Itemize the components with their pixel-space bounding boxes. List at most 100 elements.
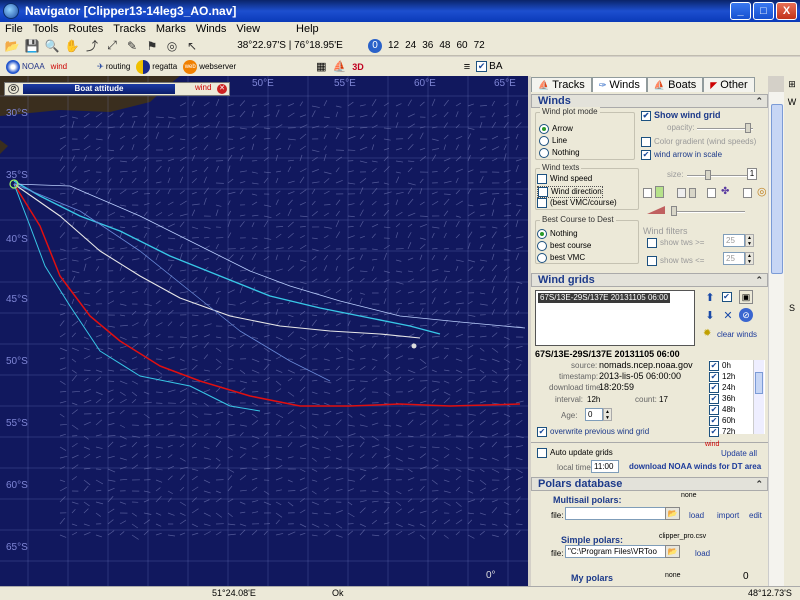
size-thumb[interactable] — [705, 170, 711, 180]
age-spinner[interactable]: ▲ ▼ — [603, 408, 612, 421]
winds-section-header[interactable]: Winds ⌃ — [531, 94, 768, 108]
wind-text-direction[interactable]: Wind direction — [537, 186, 603, 198]
age-input[interactable]: 0 — [585, 408, 603, 421]
tws-lte-filter[interactable]: show tws <= — [647, 256, 704, 266]
tab-boats[interactable]: ⛵ Boats — [646, 77, 704, 92]
tws-lte-spinner[interactable]: ▲ ▼ — [745, 252, 754, 265]
time-step-60[interactable]: 60 — [457, 40, 468, 51]
ba-toggle[interactable]: ✔ BA — [476, 61, 503, 72]
time-step-36[interactable]: 36 — [422, 40, 433, 51]
chart-map[interactable]: 30°S 35°S 40°S 45°S 50°S 55°S 60°S 65°S … — [0, 76, 528, 586]
maximize-button[interactable]: □ — [753, 2, 774, 20]
grid-square-icon[interactable]: ▣ — [739, 290, 753, 304]
color-gradient[interactable]: Color gradient (wind speeds) — [641, 137, 756, 147]
target-icon[interactable]: ◎ — [164, 38, 180, 54]
best-course-course[interactable]: best course — [537, 241, 591, 251]
pencil-icon[interactable]: ✎ — [124, 38, 140, 54]
plot-mode-line[interactable]: Line — [539, 136, 567, 146]
wedge-thumb[interactable] — [671, 206, 677, 216]
route-tool-icon[interactable]: ⤴ — [84, 38, 100, 54]
time-step-24[interactable]: 24 — [405, 40, 416, 51]
tab-tracks[interactable]: ⛵ Tracks — [531, 77, 592, 92]
wind-button[interactable]: wind — [51, 62, 67, 71]
rail-label-s[interactable]: S — [786, 302, 798, 314]
delete-grid-icon[interactable]: ✕ — [721, 308, 735, 322]
wind-arrow-scale[interactable]: ✔ wind arrow in scale — [641, 150, 722, 160]
color-box-3[interactable] — [689, 188, 696, 198]
wedge-slider[interactable] — [675, 211, 745, 213]
collapse-icon[interactable]: ⌃ — [755, 274, 763, 286]
calc-button[interactable]: ▦ — [316, 60, 326, 73]
regatta-button[interactable]: regatta — [136, 59, 177, 74]
menu-winds[interactable]: Winds — [191, 23, 232, 35]
simple-file-input[interactable]: "C:\Program Files\VRToo — [565, 545, 669, 558]
wind-grid-list-item[interactable]: 67S/13E-29S/137E 20131105 06:00 — [538, 293, 670, 303]
local-time-input[interactable]: 11:00 — [591, 460, 619, 473]
wind-grids-section-header[interactable]: Wind grids ⌃ — [531, 273, 768, 287]
menu-help[interactable]: Help — [291, 23, 324, 35]
map-canvas[interactable] — [0, 76, 528, 586]
threed-button[interactable]: ⛵ 3D — [333, 60, 364, 73]
time-step-72[interactable]: 72 — [474, 40, 485, 51]
best-course-vmc[interactable]: best VMC — [537, 253, 585, 263]
boat-attitude-bar[interactable]: ⊘ Boat attitude wind ✕ — [4, 82, 230, 96]
pan-hand-icon[interactable]: ✋ — [64, 38, 80, 54]
pin-icon[interactable]: ⊞ — [786, 78, 798, 90]
time-step-0[interactable]: 0 — [368, 38, 382, 53]
simple-folder-icon[interactable]: 📂 — [665, 545, 680, 558]
menu-marks[interactable]: Marks — [151, 23, 191, 35]
color-box-4[interactable] — [707, 188, 716, 198]
ba-close-icon[interactable]: ✕ — [217, 84, 227, 94]
update-all-link[interactable]: Update all — [721, 449, 757, 458]
move-down-icon[interactable]: ⬇ — [703, 308, 717, 322]
tws-gte-filter[interactable]: show tws >= — [647, 238, 704, 248]
rail-label-w[interactable]: W — [786, 96, 798, 108]
menu-tracks[interactable]: Tracks — [108, 23, 151, 35]
polars-section-header[interactable]: Polars database ⌃ — [531, 477, 768, 491]
simple-load-link[interactable]: load — [695, 549, 710, 558]
multisail-load-link[interactable]: load — [689, 511, 704, 520]
show-wind-grid[interactable]: ✔ Show wind grid — [641, 110, 721, 121]
panel-scroll-thumb[interactable] — [771, 104, 783, 274]
multisail-import-link[interactable]: import — [717, 511, 739, 520]
hours-scrollbar[interactable] — [753, 360, 764, 434]
panel-scrollbar[interactable] — [768, 92, 784, 586]
size-slider[interactable] — [687, 175, 747, 177]
plot-mode-arrow[interactable]: Arrow — [539, 124, 573, 134]
ring-icon[interactable]: ◎ — [757, 185, 767, 198]
wind-text-best-vmc[interactable]: (best VMC/course) — [537, 198, 617, 208]
noaa-button[interactable]: NOAA — [6, 59, 45, 74]
marker-icon[interactable]: ⚑ — [144, 38, 160, 54]
measure-tool-icon[interactable]: ⤢ — [104, 38, 120, 54]
menu-routes[interactable]: Routes — [63, 23, 108, 35]
routing-button[interactable]: ✈ routing — [97, 62, 130, 71]
auto-update-option[interactable]: Auto update grids — [537, 448, 613, 458]
tab-other[interactable]: ◤ Other — [703, 77, 755, 92]
move-up-icon[interactable]: ⬆ — [703, 290, 717, 304]
close-button[interactable]: X — [776, 2, 797, 20]
color-box-5[interactable] — [743, 188, 752, 198]
save-icon[interactable]: 💾 — [24, 38, 40, 54]
zoom-icon[interactable]: 🔍 — [44, 38, 60, 54]
download-noaa-link[interactable]: download NOAA winds for DT area — [629, 462, 761, 471]
tws-gte-spinner[interactable]: ▲ ▼ — [745, 234, 754, 247]
time-step-12[interactable]: 12 — [388, 40, 399, 51]
menu-file[interactable]: File — [0, 23, 28, 35]
open-folder-icon[interactable]: 📂 — [4, 38, 20, 54]
menu-view[interactable]: View — [231, 23, 265, 35]
menu-tools[interactable]: Tools — [28, 23, 64, 35]
multisail-folder-icon[interactable]: 📂 — [665, 507, 680, 520]
webserver-button[interactable]: web webserver — [183, 59, 236, 74]
grid-checkbox-icon[interactable]: ✔ — [721, 290, 735, 304]
color-box-2[interactable] — [677, 188, 686, 198]
wind-grids-list[interactable]: 67S/13E-29S/137E 20131105 06:00 — [535, 290, 695, 346]
overwrite-option[interactable]: ✔ overwrite previous wind grid — [537, 427, 649, 437]
hours-scroll-thumb[interactable] — [755, 372, 763, 394]
opacity-thumb[interactable] — [745, 123, 751, 133]
wind-text-speed[interactable]: Wind speed — [537, 174, 592, 184]
best-course-nothing[interactable]: Nothing — [537, 229, 578, 239]
tws-lte-input[interactable]: 25 — [723, 252, 745, 265]
collapse-icon[interactable]: ⌃ — [755, 95, 763, 107]
butterfly-icon[interactable]: ✤ — [721, 186, 729, 197]
color-box-green[interactable] — [655, 186, 664, 198]
